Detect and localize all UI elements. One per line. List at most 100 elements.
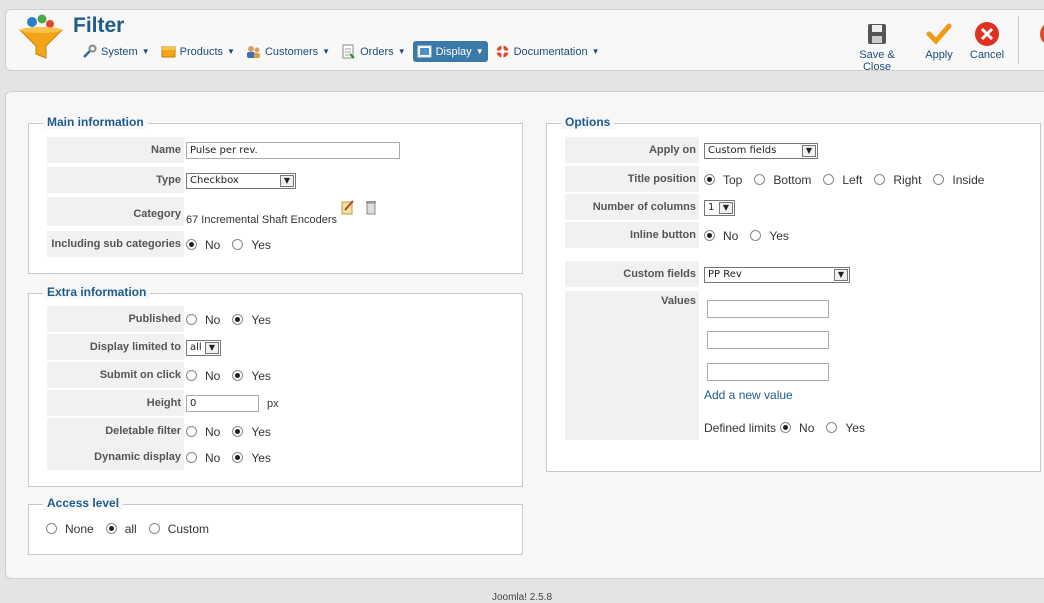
deletable-row: Deletable filter No Yes bbox=[47, 418, 517, 445]
inline-button-row: Inline button No Yes bbox=[565, 222, 1025, 249]
menu-products[interactable]: Products ▼ bbox=[157, 41, 239, 62]
name-row: Name Pulse per rev. bbox=[47, 137, 517, 164]
lifebuoy-icon bbox=[496, 45, 509, 58]
defined-limits-yes-radio[interactable] bbox=[826, 422, 838, 433]
access-none-label: None bbox=[65, 521, 94, 536]
yes-label: Yes bbox=[845, 420, 865, 435]
published-no-radio[interactable] bbox=[186, 314, 197, 325]
height-input[interactable]: 0 bbox=[186, 395, 259, 412]
edit-icon[interactable] bbox=[341, 199, 355, 215]
add-new-value-link[interactable]: Add a new value bbox=[704, 388, 793, 402]
delete-icon[interactable] bbox=[365, 199, 377, 215]
menu-system[interactable]: System ▼ bbox=[78, 41, 154, 62]
title-inside-radio[interactable] bbox=[933, 174, 945, 185]
columns-value: 1 bbox=[708, 202, 715, 213]
published-yes-radio[interactable] bbox=[232, 314, 244, 325]
menu-customers[interactable]: Customers ▼ bbox=[242, 41, 334, 62]
values-label: Values bbox=[565, 291, 699, 441]
custom-fields-select[interactable]: PP Rev ▼ bbox=[704, 266, 850, 283]
defined-limits-no-radio[interactable] bbox=[780, 422, 792, 433]
options-fieldset: Options Apply on Custom fields ▼ Title p… bbox=[546, 115, 1041, 472]
published-row: Published No Yes bbox=[47, 306, 517, 333]
chevron-down-icon: ▼ bbox=[141, 47, 150, 56]
display-limited-row: Display limited to all ▼ bbox=[47, 334, 517, 361]
access-none-radio[interactable] bbox=[46, 523, 57, 534]
menu-documentation[interactable]: Documentation ▼ bbox=[491, 41, 604, 62]
chevron-down-icon: ▼ bbox=[719, 201, 733, 214]
value-input-1[interactable] bbox=[707, 300, 829, 318]
no-label: No bbox=[723, 228, 739, 243]
menu-orders[interactable]: Orders ▼ bbox=[337, 41, 410, 62]
yes-label: Yes bbox=[251, 424, 271, 439]
title-bottom-radio[interactable] bbox=[754, 174, 766, 185]
chevron-down-icon: ▼ bbox=[475, 47, 484, 56]
menu-customers-label: Customers bbox=[264, 45, 319, 58]
title-right-radio[interactable] bbox=[874, 174, 886, 185]
save-close-button[interactable]: Save & Close bbox=[847, 21, 907, 73]
category-row: Category 67 Incremental Shaft Encoders bbox=[47, 197, 517, 227]
title-top-radio[interactable] bbox=[704, 174, 715, 185]
save-icon bbox=[868, 24, 886, 44]
submit-yes-radio[interactable] bbox=[232, 370, 244, 381]
no-label: No bbox=[799, 420, 815, 435]
lifebuoy-icon bbox=[1040, 25, 1044, 43]
submit-on-click-row: Submit on click No Yes bbox=[47, 362, 517, 389]
chevron-down-icon: ▼ bbox=[591, 47, 600, 56]
yes-label: Yes bbox=[251, 450, 271, 465]
inside-label: Inside bbox=[952, 172, 985, 187]
custom-fields-value: PP Rev bbox=[708, 269, 742, 280]
height-row: Height 0 px bbox=[47, 390, 517, 417]
apply-on-row: Apply on Custom fields ▼ bbox=[565, 137, 1025, 164]
wrench-icon bbox=[83, 44, 97, 58]
name-label: Name bbox=[47, 137, 184, 164]
no-label: No bbox=[205, 368, 221, 383]
no-label: No bbox=[205, 237, 221, 252]
main-menu: System ▼ Products ▼ Customers ▼ Orders ▼… bbox=[78, 41, 607, 62]
dynamic-display-label: Dynamic display bbox=[47, 444, 184, 471]
menu-documentation-label: Documentation bbox=[513, 45, 588, 58]
save-close-label: Save & Close bbox=[859, 49, 895, 73]
submit-on-click-label: Submit on click bbox=[47, 362, 184, 389]
sub-categories-yes-radio[interactable] bbox=[232, 239, 244, 250]
submit-no-radio[interactable] bbox=[186, 370, 197, 381]
orders-icon bbox=[342, 44, 355, 59]
dynamic-yes-radio[interactable] bbox=[232, 452, 244, 463]
deletable-no-radio[interactable] bbox=[186, 426, 197, 437]
display-limited-select[interactable]: all ▼ bbox=[186, 339, 221, 356]
extra-information-legend: Extra information bbox=[43, 285, 151, 299]
chevron-down-icon: ▼ bbox=[280, 174, 294, 187]
deletable-yes-radio[interactable] bbox=[232, 426, 244, 437]
no-label: No bbox=[205, 312, 221, 327]
access-level-fieldset: Access level None all Custom bbox=[28, 496, 523, 555]
menu-display[interactable]: Display ▼ bbox=[412, 41, 488, 62]
extra-information-fieldset: Extra information Published No Yes Displ… bbox=[28, 285, 523, 487]
height-unit: px bbox=[267, 397, 279, 410]
title-position-row: Title position Top Bottom Left Right Ins… bbox=[565, 166, 1025, 193]
help-button[interactable]: He bbox=[1009, 21, 1044, 61]
sub-categories-no-radio[interactable] bbox=[186, 239, 197, 250]
type-select-value: Checkbox bbox=[190, 175, 239, 186]
type-select[interactable]: Checkbox ▼ bbox=[186, 172, 296, 189]
display-limited-value: all bbox=[190, 342, 202, 353]
access-custom-radio[interactable] bbox=[148, 523, 160, 534]
top-label: Top bbox=[723, 172, 743, 187]
inline-yes-radio[interactable] bbox=[750, 230, 762, 241]
access-all-radio[interactable] bbox=[105, 523, 117, 534]
columns-select[interactable]: 1 ▼ bbox=[704, 199, 735, 216]
apply-on-select[interactable]: Custom fields ▼ bbox=[704, 142, 818, 159]
yes-label: Yes bbox=[769, 228, 789, 243]
inline-no-radio[interactable] bbox=[704, 230, 715, 241]
title-position-label: Title position bbox=[565, 166, 699, 193]
value-input-3[interactable] bbox=[707, 363, 829, 381]
funnel-logo-icon bbox=[18, 14, 64, 59]
dynamic-no-radio[interactable] bbox=[186, 452, 197, 463]
title-left-radio[interactable] bbox=[823, 174, 835, 185]
value-input-2[interactable] bbox=[707, 331, 829, 349]
dynamic-display-row: Dynamic display No Yes bbox=[47, 444, 517, 471]
options-legend: Options bbox=[561, 115, 615, 129]
columns-label: Number of columns bbox=[565, 194, 699, 221]
custom-fields-label: Custom fields bbox=[565, 261, 699, 288]
chevron-down-icon: ▼ bbox=[227, 47, 235, 56]
name-input[interactable]: Pulse per rev. bbox=[186, 142, 400, 159]
cancel-button[interactable]: Cancel bbox=[957, 21, 1017, 61]
